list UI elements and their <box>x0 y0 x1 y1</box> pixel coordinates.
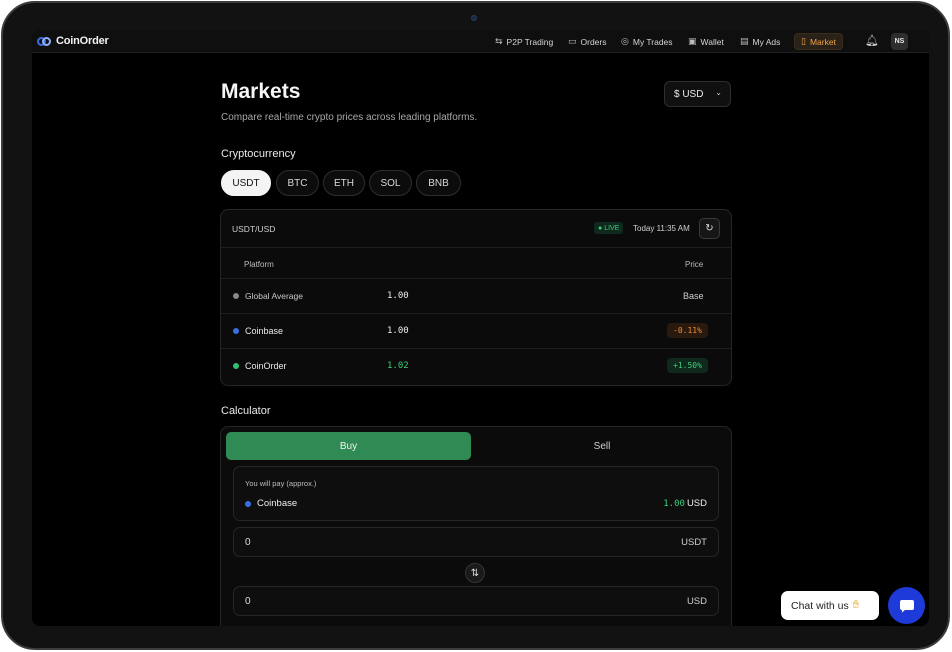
chat-button[interactable] <box>888 587 925 624</box>
input-unit: USDT <box>681 537 707 548</box>
page-title: Markets <box>221 80 301 103</box>
nav-item-label: P2P Trading <box>506 36 554 47</box>
column-header-platform: Platform <box>244 260 274 269</box>
output-value: 0 <box>245 596 251 607</box>
status-dot <box>233 328 239 334</box>
crypto-chip-usdt[interactable]: USDT <box>221 170 271 196</box>
refresh-icon: ↻ <box>705 223 714 234</box>
output-unit: USD <box>686 596 707 607</box>
refresh-button[interactable]: ↻ <box>699 218 720 239</box>
price-cell: 1.00 <box>387 291 409 301</box>
currency-select[interactable]: $ USD ⌄ <box>664 81 731 107</box>
status-dot <box>233 293 239 299</box>
nav-item-label: My Trades <box>632 36 673 47</box>
pay-amount-value: 1.00 <box>663 499 685 509</box>
divider <box>221 313 731 314</box>
nav-item-my-trades[interactable]: ◎ My Trades <box>621 34 673 49</box>
sell-tab[interactable]: Sell <box>477 432 727 460</box>
swap-vertical-icon: ⇅ <box>470 567 480 579</box>
avatar[interactable]: NS <box>891 33 908 50</box>
nav-item-p2p-trading[interactable]: ⇆ P2P Trading <box>495 34 553 49</box>
document-icon: ▯ <box>801 36 806 46</box>
pay-label: You will pay (approx.) <box>245 479 317 488</box>
pay-platform: Coinbase <box>245 498 297 509</box>
swap-button[interactable]: ⇅ <box>465 563 485 583</box>
calculator-section-label: Calculator <box>221 405 271 417</box>
usdt-amount-input[interactable]: 0 USDT <box>233 527 719 557</box>
nav-item-label: Wallet <box>700 36 724 47</box>
divider <box>221 247 731 248</box>
buy-tab[interactable]: Buy <box>226 432 471 460</box>
nav-item-my-ads[interactable]: ▤ My Ads <box>740 34 780 49</box>
crypto-chip-btc[interactable]: BTC <box>276 170 319 196</box>
nav-item-orders[interactable]: ▭ Orders <box>568 34 607 49</box>
platform-name: Global Average <box>245 291 303 301</box>
price-cell: 1.02 <box>387 361 409 371</box>
platform-cell: CoinOrder <box>233 361 287 371</box>
crypto-chip-eth[interactable]: ETH <box>323 170 365 196</box>
crypto-chip-sol[interactable]: SOL <box>369 170 412 196</box>
ticket-icon: ▭ <box>568 36 577 46</box>
page-subtitle: Compare real-time crypto prices across l… <box>221 112 478 123</box>
nav-item-market[interactable]: ▯ Market <box>794 33 843 50</box>
waving-hand-icon: ✋︎ <box>852 599 860 611</box>
handshake-icon: ◎ <box>621 36 629 46</box>
nav-item-label: Orders <box>580 36 607 47</box>
chat-label: Chat with us <box>791 599 849 612</box>
column-header-price: Price <box>685 260 704 269</box>
pay-summary: You will pay (approx.) Coinbase 1.00 USD <box>233 466 719 521</box>
platform-name: Coinbase <box>245 326 284 336</box>
tablet-frame: CoinOrder ⇆ P2P Trading ▭ Orders ◎ My Tr… <box>1 1 950 650</box>
pair-label: USDT/USD <box>232 224 276 234</box>
status-dot <box>245 500 251 507</box>
divider <box>221 278 731 279</box>
calculator-panel: Buy Sell You will pay (approx.) Coinbase… <box>220 426 732 626</box>
live-label: LIVE <box>604 224 620 232</box>
app-logo[interactable]: CoinOrder <box>37 34 109 48</box>
wallet-icon: ▣ <box>688 36 697 46</box>
platform-cell: Coinbase <box>233 326 283 336</box>
currency-value: $ USD <box>674 88 704 100</box>
nav-item-label: My Ads <box>752 36 781 47</box>
platform-name: CoinOrder <box>245 361 287 371</box>
nav-item-wallet[interactable]: ▣ Wallet <box>688 34 724 49</box>
swap-arrows-icon: ⇆ <box>495 36 503 46</box>
logo-icon <box>37 36 52 47</box>
change-badge: +1.50% <box>667 358 708 373</box>
chat-prompt[interactable]: Chat with us ✋︎ <box>781 591 879 620</box>
divider <box>221 348 731 349</box>
megaphone-icon: ▤ <box>740 36 749 46</box>
status-dot <box>233 363 239 369</box>
crypto-section-label: Cryptocurrency <box>221 148 296 160</box>
chevron-down-icon: ⌄ <box>715 88 722 97</box>
nav-item-label: Market <box>809 36 836 47</box>
chat-bubble-icon <box>899 599 914 612</box>
price-cell: 1.00 <box>387 326 409 336</box>
pay-amount-currency: USD <box>686 498 707 509</box>
change-cell: Base <box>683 291 704 301</box>
price-table: USDT/USD ● LIVE Today 11:35 AM ↻ Platfor… <box>220 209 732 386</box>
pay-platform-name: Coinbase <box>257 498 298 509</box>
bell-icon[interactable]: 🔔︎ <box>865 34 879 47</box>
top-nav: CoinOrder ⇆ P2P Trading ▭ Orders ◎ My Tr… <box>32 30 929 53</box>
pay-amount: 1.00 USD <box>663 498 707 509</box>
updated-time: Today 11:35 AM <box>633 224 690 233</box>
crypto-chip-bnb[interactable]: BNB <box>416 170 461 196</box>
change-badge: -0.11% <box>667 323 708 338</box>
usd-amount-input[interactable]: 0 USD <box>233 586 719 616</box>
input-value: 0 <box>245 537 251 548</box>
app-name: CoinOrder <box>56 35 109 47</box>
camera-dot <box>471 15 477 21</box>
app-screen: CoinOrder ⇆ P2P Trading ▭ Orders ◎ My Tr… <box>32 30 929 626</box>
live-badge: ● LIVE <box>594 222 624 234</box>
platform-cell: Global Average <box>233 291 303 301</box>
